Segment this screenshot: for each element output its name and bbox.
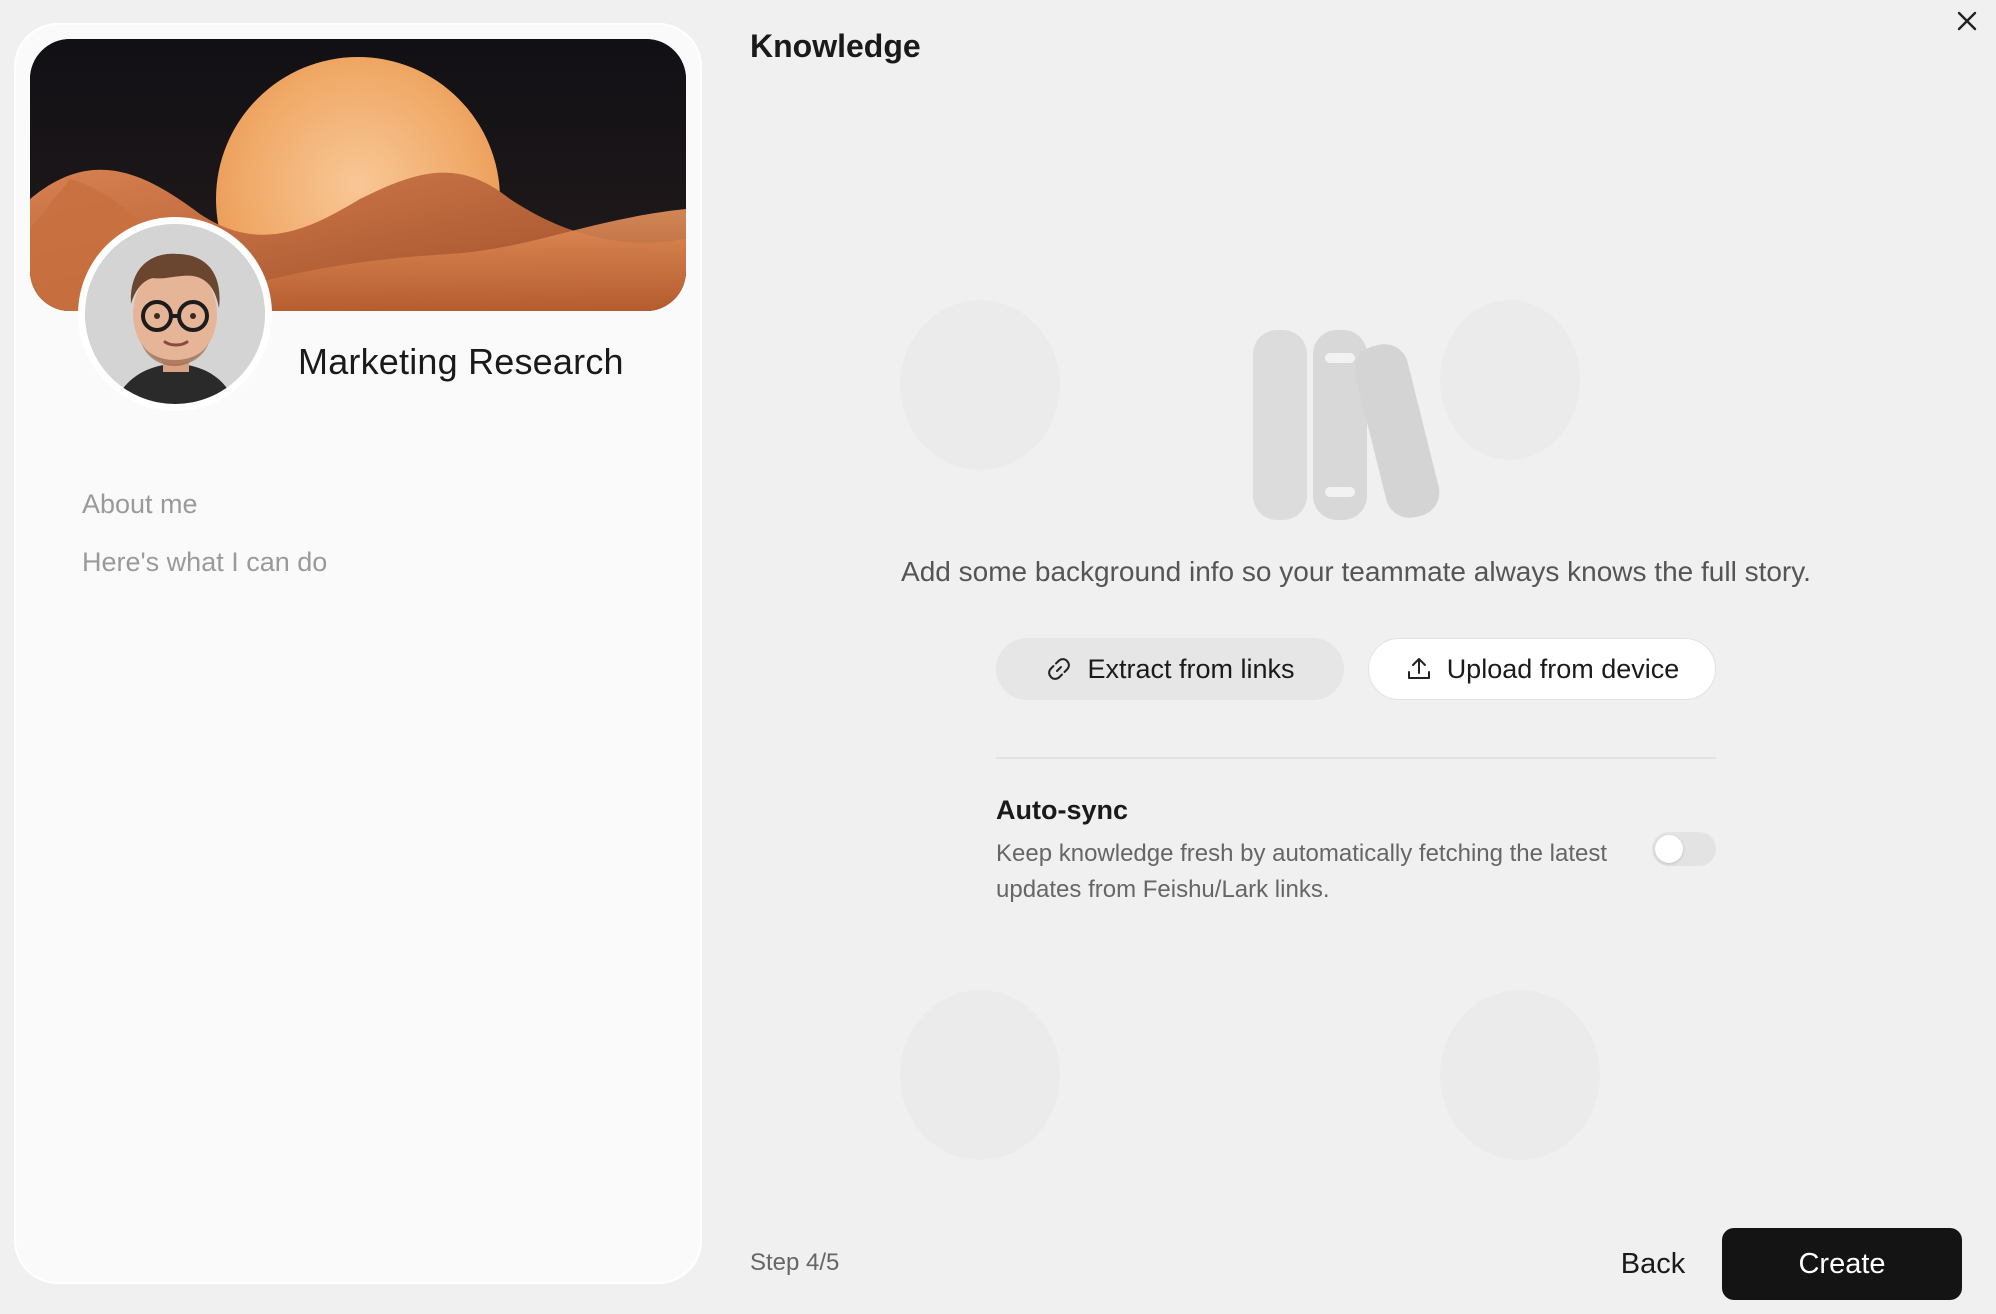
extract-from-links-button[interactable]: Extract from links: [996, 638, 1344, 700]
books-illustration: [1250, 325, 1470, 525]
knowledge-intro-text: Add some background info so your teammat…: [901, 556, 1811, 587]
capabilities-link[interactable]: Here's what I can do: [82, 547, 327, 578]
divider: [996, 757, 1716, 759]
toggle-knob: [1655, 835, 1683, 863]
upload-from-device-button[interactable]: Upload from device: [1368, 638, 1716, 700]
create-button[interactable]: Create: [1722, 1228, 1962, 1300]
close-button[interactable]: [1950, 4, 1984, 38]
extract-from-links-label: Extract from links: [1087, 653, 1295, 684]
upload-from-device-label: Upload from device: [1446, 653, 1680, 684]
autosync-toggle[interactable]: [1652, 832, 1716, 866]
link-icon: [1048, 658, 1071, 680]
about-me-link[interactable]: About me: [82, 489, 198, 520]
background-decoration: [900, 300, 1060, 470]
page-title: Knowledge: [750, 28, 921, 64]
autosync-description: Keep knowledge fresh by automatically fe…: [996, 840, 1608, 903]
background-decoration: [900, 990, 1060, 1160]
profile-card: Marketing Research About me Here's what …: [14, 23, 702, 1284]
upload-icon: [1407, 658, 1430, 679]
profile-name: Marketing Research: [298, 341, 624, 382]
create-teammate-dialog: Marketing Research About me Here's what …: [0, 0, 1996, 1314]
close-icon: [1957, 11, 1977, 31]
back-button[interactable]: Back: [1600, 1228, 1706, 1300]
step-indicator: Step 4/5: [750, 1249, 840, 1276]
background-decoration: [1440, 990, 1600, 1160]
autosync-title: Auto-sync: [996, 795, 1129, 825]
avatar: [78, 217, 272, 411]
